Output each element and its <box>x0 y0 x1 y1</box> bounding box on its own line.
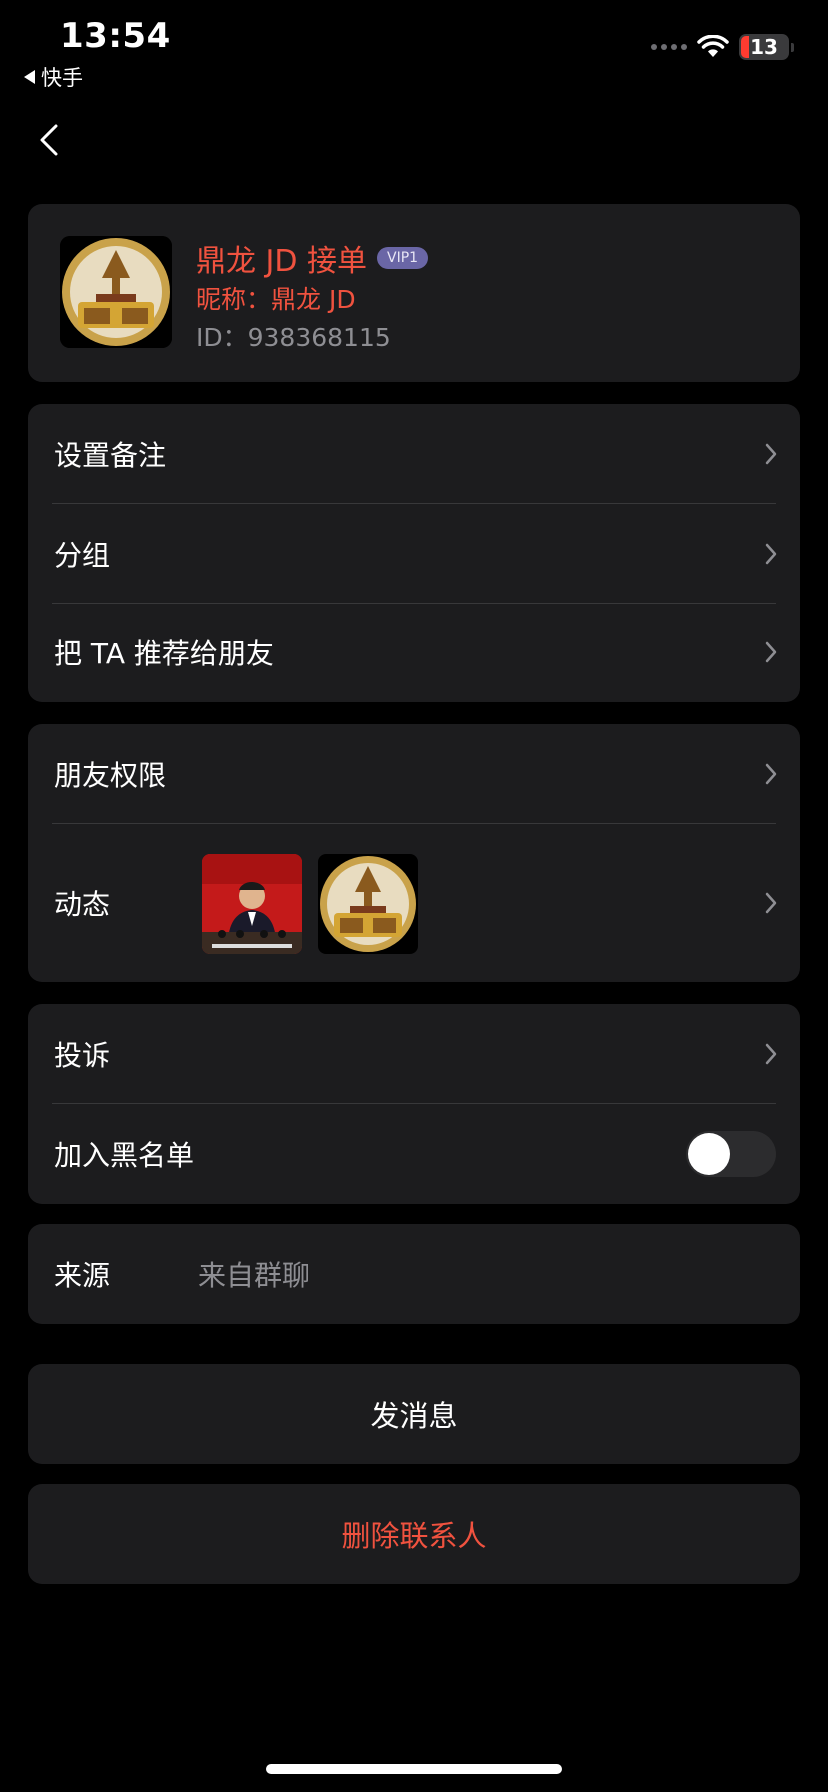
back-button[interactable] <box>34 118 68 162</box>
friend-permissions-label: 朋友权限 <box>54 759 167 792</box>
moment-thumbnail-1[interactable] <box>202 854 302 954</box>
profile-name: 鼎龙 JD 接单 <box>196 244 368 279</box>
home-indicator[interactable] <box>266 1764 562 1774</box>
cellular-signal-icon <box>651 44 687 50</box>
source-label: 来源 <box>54 1259 111 1292</box>
gold-emblem-thumbnail-icon <box>318 854 418 954</box>
report-row[interactable]: 投诉 <box>28 1004 800 1104</box>
battery-level: 13 <box>750 35 778 59</box>
avatar[interactable] <box>60 236 172 348</box>
battery-tip <box>791 42 794 52</box>
back-to-app-link[interactable]: 快手 <box>24 62 83 92</box>
profile-id: ID：938368115 <box>196 323 391 352</box>
source-value: 来自群聊 <box>198 1259 311 1292</box>
wifi-icon <box>697 35 729 57</box>
blacklist-label: 加入黑名单 <box>54 1139 195 1172</box>
delete-contact-label: 删除联系人 <box>341 1519 487 1553</box>
chevron-right-icon <box>765 543 777 565</box>
settings-group-3: 投诉 加入黑名单 <box>28 1004 800 1204</box>
toggle-knob <box>688 1133 730 1175</box>
recommend-to-friend-label: 把 TA 推荐给朋友 <box>54 637 274 670</box>
status-time: 13:54 <box>60 16 171 56</box>
delete-contact-button[interactable]: 删除联系人 <box>28 1484 800 1584</box>
chevron-right-icon <box>765 763 777 785</box>
recommend-to-friend-row[interactable]: 把 TA 推荐给朋友 <box>28 602 800 702</box>
profile-nickname: 昵称：鼎龙 JD <box>196 285 356 314</box>
back-app-label: 快手 <box>41 66 83 90</box>
settings-group-1: 设置备注 分组 把 TA 推荐给朋友 <box>28 404 800 702</box>
chevron-right-icon <box>765 892 777 914</box>
friend-permissions-row[interactable]: 朋友权限 <box>28 724 800 824</box>
blacklist-toggle[interactable] <box>686 1131 776 1177</box>
source-card: 来源 来自群聊 <box>28 1224 800 1324</box>
vip-badge: VIP1 <box>377 247 429 269</box>
chevron-left-icon <box>40 124 58 156</box>
send-message-label: 发消息 <box>370 1399 458 1433</box>
back-triangle-icon <box>24 70 35 84</box>
moment-thumbnail-2[interactable] <box>318 854 418 954</box>
chevron-right-icon <box>765 641 777 663</box>
gold-emblem-avatar-icon <box>60 236 172 348</box>
chevron-right-icon <box>765 443 777 465</box>
status-bar: 13:54 快手 13 <box>0 0 828 90</box>
settings-group-2: 朋友权限 动态 <box>28 724 800 982</box>
speech-photo-icon <box>202 854 302 954</box>
group-row[interactable]: 分组 <box>28 504 800 604</box>
report-label: 投诉 <box>54 1039 111 1072</box>
set-remark-row[interactable]: 设置备注 <box>28 404 800 504</box>
profile-card: 鼎龙 JD 接单 VIP1 昵称：鼎龙 JD ID：938368115 <box>28 204 800 382</box>
profile-name-row: 鼎龙 JD 接单 VIP1 <box>196 236 429 280</box>
moments-label: 动态 <box>54 888 111 921</box>
status-indicators: 13 <box>651 34 794 60</box>
send-message-button[interactable]: 发消息 <box>28 1364 800 1464</box>
source-row: 来源 来自群聊 <box>28 1224 800 1324</box>
group-label: 分组 <box>54 539 111 572</box>
blacklist-row: 加入黑名单 <box>28 1104 800 1204</box>
set-remark-label: 设置备注 <box>54 439 167 472</box>
chevron-right-icon <box>765 1043 777 1065</box>
battery-icon: 13 <box>739 34 789 60</box>
